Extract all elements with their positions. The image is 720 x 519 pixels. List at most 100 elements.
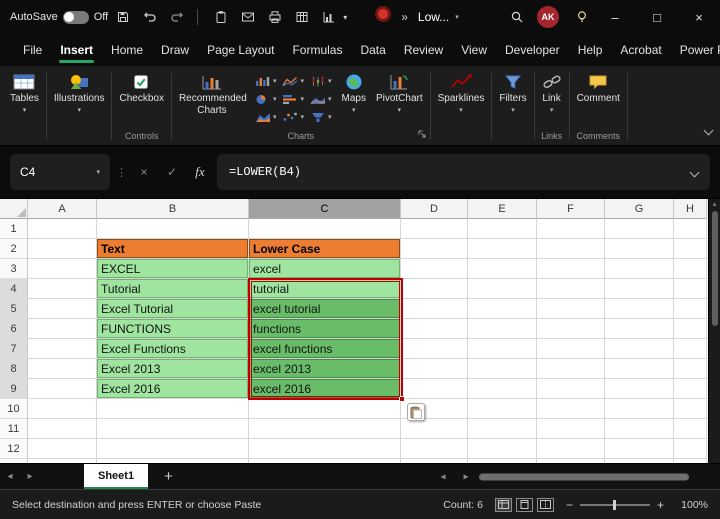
- recommended-charts-button[interactable]: Recommended Charts: [174, 68, 250, 119]
- ribbon-tab-data[interactable]: Data: [351, 34, 394, 66]
- column-header-C[interactable]: C: [249, 199, 401, 219]
- illustrations-button[interactable]: Illustrations ▾: [49, 68, 110, 116]
- charts-dialog-launcher[interactable]: [418, 126, 426, 141]
- cell-F8[interactable]: [537, 359, 605, 379]
- zoom-in-button[interactable]: +: [657, 498, 664, 512]
- link-button[interactable]: Link ▾: [537, 68, 567, 116]
- scroll-right-arrow[interactable]: ▸: [456, 471, 476, 482]
- cell-F11[interactable]: [537, 419, 605, 439]
- cell-D2[interactable]: [401, 239, 468, 259]
- scroll-up-arrow[interactable]: ▴: [713, 200, 717, 209]
- zoom-slider-thumb[interactable]: [613, 500, 616, 510]
- page-break-preview-button[interactable]: [537, 498, 554, 512]
- row-header-4[interactable]: 4: [0, 279, 28, 299]
- cell-H11[interactable]: [674, 419, 707, 439]
- cell-F6[interactable]: [537, 319, 605, 339]
- cell-D1[interactable]: [401, 219, 468, 239]
- horizontal-scrollbar-track[interactable]: [479, 473, 714, 481]
- maximize-button[interactable]: □: [636, 0, 678, 34]
- paste-options-button[interactable]: [407, 403, 425, 421]
- ideas-button[interactable]: [570, 5, 594, 29]
- normal-view-button[interactable]: [495, 498, 512, 512]
- save-button[interactable]: [111, 5, 135, 29]
- cell-D5[interactable]: [401, 299, 468, 319]
- row-header-2[interactable]: 2: [0, 239, 28, 259]
- cell-B5[interactable]: Excel Tutorial: [97, 299, 249, 319]
- count-indicator[interactable]: Count: 6: [443, 499, 483, 511]
- ribbon-tab-file[interactable]: File: [14, 34, 51, 66]
- maps-button[interactable]: Maps ▾: [337, 68, 371, 116]
- cell-H4[interactable]: [674, 279, 707, 299]
- row-header-10[interactable]: 10: [0, 399, 28, 419]
- row-header-12[interactable]: 12: [0, 439, 28, 459]
- cell-G7[interactable]: [605, 339, 674, 359]
- cell-C9[interactable]: excel 2016: [249, 379, 401, 399]
- cell-A9[interactable]: [28, 379, 97, 399]
- cell-F5[interactable]: [537, 299, 605, 319]
- page-layout-view-button[interactable]: [516, 498, 533, 512]
- cell-H12[interactable]: [674, 439, 707, 459]
- cell-B2[interactable]: Text: [97, 239, 249, 259]
- qat-chart-button[interactable]: [317, 5, 341, 29]
- enter-button[interactable]: ✓: [161, 161, 183, 183]
- collapse-ribbon-button[interactable]: [705, 122, 712, 137]
- cell-C12[interactable]: [249, 439, 401, 459]
- row-header-1[interactable]: 1: [0, 219, 28, 239]
- row-header-8[interactable]: 8: [0, 359, 28, 379]
- cell-D8[interactable]: [401, 359, 468, 379]
- cell-A4[interactable]: [28, 279, 97, 299]
- ribbon-tab-developer[interactable]: Developer: [496, 34, 569, 66]
- zoom-slider[interactable]: [580, 504, 650, 506]
- cell-H5[interactable]: [674, 299, 707, 319]
- qat-customize-chevron[interactable]: ▾: [343, 13, 347, 22]
- insert-stock-chart-button[interactable]: ▾: [308, 75, 334, 88]
- qat-table-button[interactable]: [290, 5, 314, 29]
- cell-F4[interactable]: [537, 279, 605, 299]
- insert-function-button[interactable]: fx: [189, 161, 211, 183]
- column-header-A[interactable]: A: [28, 199, 97, 219]
- vertical-scrollbar[interactable]: ▴: [708, 199, 720, 463]
- cell-A3[interactable]: [28, 259, 97, 279]
- cell-B4[interactable]: Tutorial: [97, 279, 249, 299]
- cell-B9[interactable]: Excel 2016: [97, 379, 249, 399]
- cell-E11[interactable]: [468, 419, 537, 439]
- row-header-3[interactable]: 3: [0, 259, 28, 279]
- cell-H1[interactable]: [674, 219, 707, 239]
- ribbon-tab-home[interactable]: Home: [102, 34, 152, 66]
- document-title[interactable]: Low... ▾: [418, 10, 459, 24]
- cell-B11[interactable]: [97, 419, 249, 439]
- cell-C10[interactable]: [249, 399, 401, 419]
- cell-E7[interactable]: [468, 339, 537, 359]
- cell-D3[interactable]: [401, 259, 468, 279]
- cell-C1[interactable]: [249, 219, 401, 239]
- cell-A7[interactable]: [28, 339, 97, 359]
- row-header-7[interactable]: 7: [0, 339, 28, 359]
- cell-A8[interactable]: [28, 359, 97, 379]
- cell-H6[interactable]: [674, 319, 707, 339]
- cell-E9[interactable]: [468, 379, 537, 399]
- cell-A11[interactable]: [28, 419, 97, 439]
- add-sheet-button[interactable]: +: [164, 468, 173, 485]
- close-button[interactable]: ×: [678, 0, 720, 34]
- redo-button[interactable]: [165, 5, 189, 29]
- cell-E4[interactable]: [468, 279, 537, 299]
- cell-B6[interactable]: FUNCTIONS: [97, 319, 249, 339]
- tables-button[interactable]: Tables ▾: [5, 68, 44, 116]
- cell-D11[interactable]: [401, 419, 468, 439]
- column-header-B[interactable]: B: [97, 199, 249, 219]
- cell-C11[interactable]: [249, 419, 401, 439]
- pivotchart-button[interactable]: PivotChart ▾: [371, 68, 428, 116]
- checkbox-button[interactable]: Checkbox: [114, 68, 168, 107]
- autosave-toggle[interactable]: AutoSave Off: [10, 11, 108, 24]
- cell-A12[interactable]: [28, 439, 97, 459]
- ribbon-tab-formulas[interactable]: Formulas: [283, 34, 351, 66]
- cell-G12[interactable]: [605, 439, 674, 459]
- column-header-D[interactable]: D: [401, 199, 468, 219]
- cell-G1[interactable]: [605, 219, 674, 239]
- cell-G9[interactable]: [605, 379, 674, 399]
- insert-funnel-chart-button[interactable]: ▾: [308, 111, 334, 124]
- ribbon-tab-review[interactable]: Review: [395, 34, 452, 66]
- horizontal-scrollbar-thumb[interactable]: [479, 473, 689, 480]
- cell-A2[interactable]: [28, 239, 97, 259]
- cell-G5[interactable]: [605, 299, 674, 319]
